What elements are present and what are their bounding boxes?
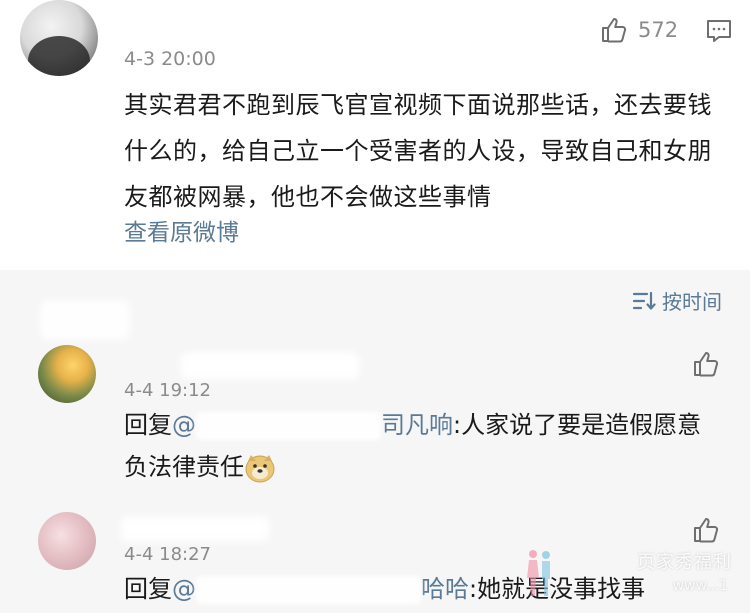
main-comment-card: 4-3 20:00 572 其实君君不跑到辰飞官宣视频下面说那些话，还去要钱什么… (0, 0, 750, 270)
comment-text: 其实君君不跑到辰飞官宣视频下面说那些话，还去要钱什么的，给自己立一个受害者的人设… (124, 91, 712, 211)
reply-timestamp: 4-4 18:27 (124, 544, 211, 565)
sort-by-time-button[interactable]: 按时间 (632, 286, 722, 315)
comment-icon[interactable] (706, 18, 732, 44)
reply-body: 她就是没事找事 (477, 575, 646, 603)
watermark-figures-icon (524, 548, 554, 602)
avatar[interactable] (38, 512, 96, 570)
mention-link[interactable]: @ 哈哈 (172, 575, 469, 604)
avatar[interactable] (38, 345, 96, 403)
reply-prefix: 回复 (124, 411, 172, 439)
like-icon[interactable] (692, 350, 720, 382)
sort-icon (632, 290, 656, 312)
like-icon (600, 16, 628, 44)
reply-text: 回复@ 哈哈:她就是没事找事 (124, 568, 724, 610)
sort-label: 按时间 (662, 290, 722, 314)
mention-redacted (196, 412, 381, 440)
colon: : (453, 411, 462, 439)
username-redacted (110, 6, 370, 40)
reply-prefix: 回复 (124, 575, 172, 603)
like-icon[interactable] (692, 516, 720, 548)
watermark: 页家秀福利 (637, 552, 732, 573)
username-redacted (180, 352, 360, 380)
avatar[interactable] (20, 0, 98, 76)
decorative-blur (40, 300, 130, 340)
mention-redacted (196, 576, 421, 604)
view-original-link[interactable]: 查看原微博 (124, 213, 239, 247)
watermark-url: www...1 (672, 578, 728, 594)
like-count: 572 (638, 18, 679, 42)
colon: : (469, 575, 478, 603)
comment-timestamp: 4-3 20:00 (124, 48, 216, 70)
reply-text: 回复@ 司凡响:人家说了要是造假愿意负法律责任 (124, 404, 724, 488)
reply-timestamp: 4-4 19:12 (124, 380, 211, 401)
doge-emoji (244, 453, 276, 483)
mention-link[interactable]: @ 司凡响 (172, 411, 453, 440)
username-redacted (120, 516, 270, 542)
like-button[interactable]: 572 (600, 16, 678, 44)
